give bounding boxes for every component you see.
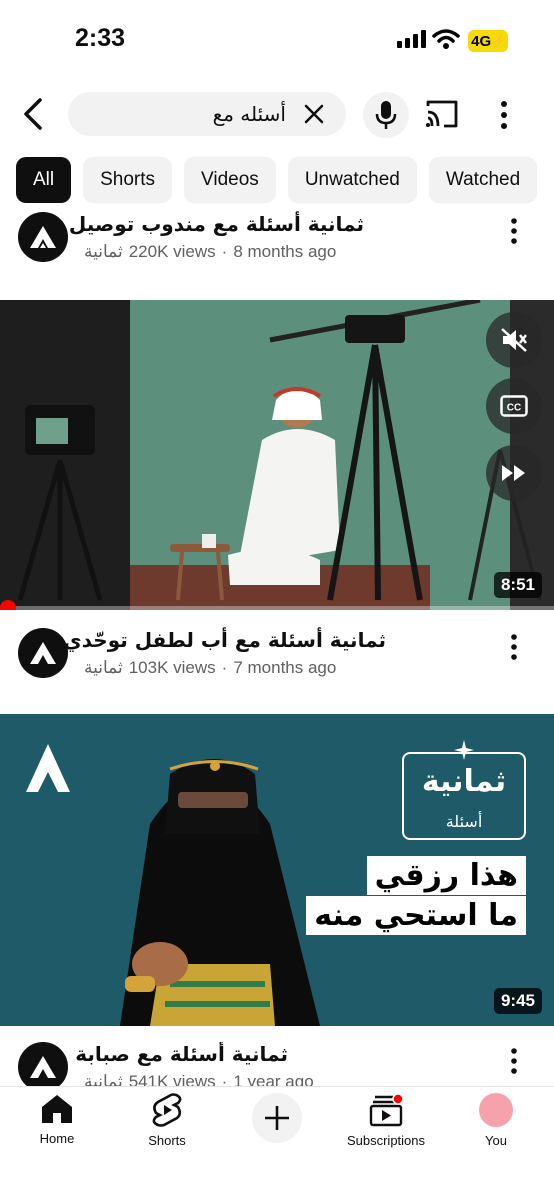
nav-create[interactable]	[222, 1093, 332, 1153]
wifi-icon	[432, 29, 460, 49]
subscriptions-icon	[369, 1093, 404, 1127]
chip-unwatched[interactable]: Unwatched	[287, 157, 417, 203]
video-title: ثمانية أسئلة مع صبابة	[75, 1042, 288, 1066]
cast-icon[interactable]	[424, 98, 460, 130]
video-meta: ثمانية 541K views · 1 year ago	[84, 1072, 314, 1086]
video-meta: ثمانية 220K views · 8 months ago	[84, 242, 337, 261]
chip-shorts[interactable]: Shorts	[83, 157, 173, 203]
nav-you[interactable]: You	[441, 1093, 551, 1153]
quote-line-2: ما استحي منه	[306, 896, 526, 935]
captions-button[interactable]: CC	[486, 378, 542, 434]
video-item-1[interactable]: ثمانية أسئلة مع مندوب توصيل ثمانية 220K …	[0, 212, 554, 272]
back-arrow-icon[interactable]	[16, 96, 52, 132]
bottom-navigation: Home Shorts Subscriptions You	[0, 1086, 554, 1200]
channel-avatar[interactable]	[18, 212, 68, 262]
battery-indicator: 4G ⚡	[468, 30, 508, 52]
quote-line-1: هذا رزقي	[366, 856, 526, 895]
view-count: 541K views	[128, 1072, 216, 1086]
volume-off-icon	[501, 328, 527, 352]
home-icon	[42, 1095, 72, 1123]
mute-button[interactable]	[486, 312, 542, 368]
voice-search-button[interactable]	[363, 92, 409, 138]
filter-chips: All Shorts Videos Unwatched Watched	[16, 157, 538, 203]
view-count: 103K views	[128, 658, 216, 677]
network-label: 4G	[471, 32, 492, 50]
nav-shorts[interactable]: Shorts	[112, 1093, 222, 1153]
series-name: أسئلة	[445, 812, 483, 831]
upload-age: 7 months ago	[233, 658, 337, 677]
video-thumbnail-2[interactable]: CC 8:51	[0, 300, 554, 610]
more-vertical-icon[interactable]	[504, 632, 524, 662]
chip-videos[interactable]: Videos	[184, 157, 276, 203]
nav-label: You	[485, 1133, 507, 1148]
plus-icon	[265, 1106, 289, 1130]
fast-forward-icon	[502, 465, 525, 481]
channel-name: ثمانية	[84, 658, 123, 677]
channel-name: ثمانية	[84, 242, 123, 261]
progress-scrubber[interactable]	[0, 600, 16, 610]
view-count: 220K views	[128, 242, 216, 261]
nav-home[interactable]: Home	[2, 1093, 112, 1153]
fast-forward-button[interactable]	[486, 445, 542, 501]
video-meta: ثمانية 103K views · 7 months ago	[84, 658, 337, 677]
brand-badge: ثمانية أسئلة	[402, 740, 526, 840]
channel-avatar[interactable]	[18, 1042, 68, 1086]
create-icon	[252, 1093, 302, 1143]
brand-name: ثمانية	[421, 764, 507, 799]
nav-label: Home	[39, 1131, 75, 1146]
upload-age: 8 months ago	[233, 242, 337, 261]
search-query: أسئله مع	[212, 102, 286, 126]
thmanyah-logo-icon	[30, 642, 56, 664]
signal-icon	[397, 30, 426, 48]
svg-text:CC: CC	[507, 403, 521, 414]
video-item-3[interactable]: ثمانية أسئلة مع صبابة ثمانية 541K views …	[0, 1042, 554, 1086]
video-title: ثمانية أسئلة مع أب لطفل توحّدي	[63, 628, 386, 652]
video-item-2[interactable]: ثمانية أسئلة مع أب لطفل توحّدي ثمانية 10…	[0, 628, 554, 688]
nav-subscriptions[interactable]: Subscriptions	[331, 1093, 441, 1153]
star-icon	[454, 740, 474, 760]
closed-captions-icon: CC	[500, 395, 528, 417]
channel-name: ثمانية	[84, 1072, 123, 1086]
status-bar: 2:33 4G ⚡	[0, 0, 554, 80]
close-icon[interactable]	[302, 102, 326, 126]
more-vertical-icon[interactable]	[504, 216, 524, 246]
upload-age: 1 year ago	[233, 1072, 314, 1086]
studio-scene-image	[0, 300, 554, 610]
video-thumbnail-3[interactable]: ثمانية أسئلة هذا رزقي ما استحي منه 9:45	[0, 714, 554, 1026]
microphone-icon	[375, 101, 397, 129]
thmanyah-logo-icon	[30, 1056, 56, 1078]
more-vertical-icon[interactable]	[492, 98, 516, 132]
more-vertical-icon[interactable]	[504, 1046, 524, 1076]
chip-watched[interactable]: Watched	[428, 157, 538, 203]
status-time: 2:33	[75, 24, 126, 52]
search-header: أسئله مع	[0, 88, 554, 142]
nav-label: Subscriptions	[346, 1133, 426, 1148]
channel-avatar[interactable]	[18, 628, 68, 678]
avatar-icon	[479, 1093, 513, 1127]
video-duration: 9:45	[493, 988, 542, 1014]
nav-label: Shorts	[148, 1133, 186, 1148]
video-title: ثمانية أسئلة مع مندوب توصيل	[68, 212, 364, 236]
search-input[interactable]: أسئله مع	[68, 92, 346, 136]
shorts-icon	[152, 1093, 182, 1127]
thmanyah-logo-icon	[30, 226, 56, 248]
chip-all[interactable]: All	[16, 157, 72, 203]
video-duration: 8:51	[493, 572, 542, 598]
